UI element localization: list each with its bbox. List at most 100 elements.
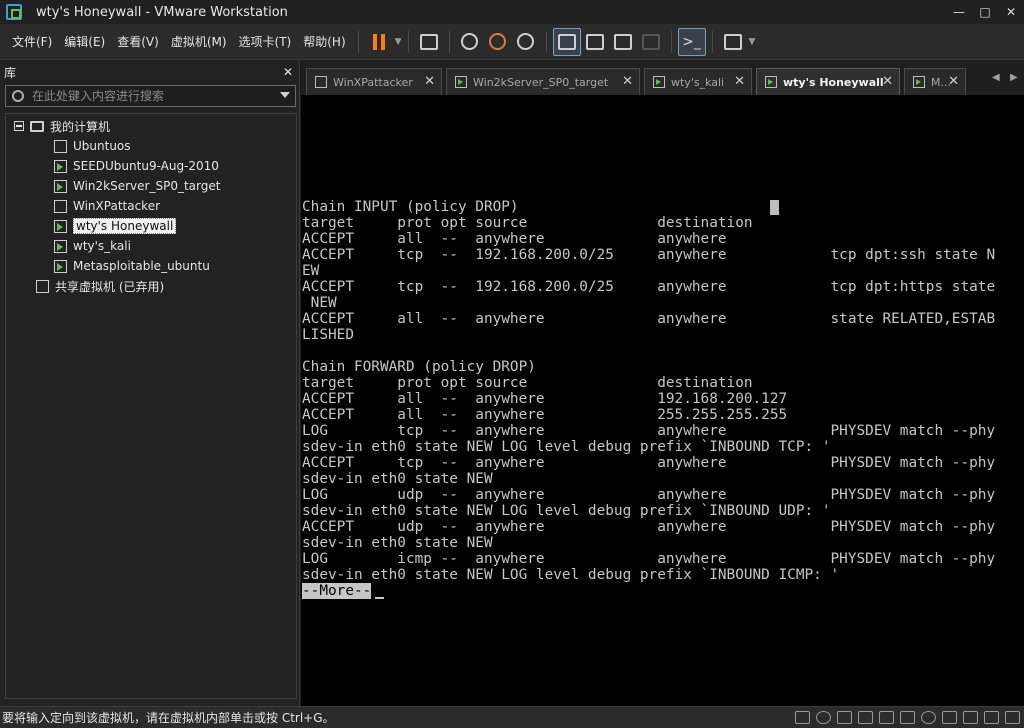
message-log-icon[interactable] (984, 711, 999, 724)
console-line: sdev-in eth0 state NEW LOG level debug p… (302, 439, 831, 455)
snapshot-manager-button[interactable] (512, 28, 540, 56)
vm-running-icon (54, 239, 67, 253)
power-dropdown-icon[interactable]: ▼ (395, 37, 402, 47)
tree-item-vm[interactable]: Ubuntuos (6, 136, 296, 156)
vm-stopped-icon (315, 76, 327, 88)
pause-icon (372, 33, 385, 50)
toolbar-separator (448, 30, 450, 53)
tree-item-vm[interactable]: SEEDUbuntu9-Aug-2010 (6, 156, 296, 176)
maximize-button[interactable]: □ (972, 0, 998, 24)
sound-card-icon[interactable] (921, 711, 936, 724)
device-status-icons (795, 711, 1020, 724)
library-panel: 库 ✕ 我的计算机 Ubuntuos SEEDUbuntu9-Aug-2010 … (0, 61, 300, 706)
tab-label: wty's Honeywall (783, 75, 884, 89)
tree-item-label: 共享虚拟机 (已弃用) (55, 279, 165, 294)
menu-help[interactable]: 帮助(H) (297, 30, 351, 54)
vm-running-icon (54, 179, 67, 193)
network-adapter-2-icon[interactable] (858, 711, 873, 724)
tab-wtys-kali[interactable]: wty's_kali ✕ (644, 68, 752, 95)
network-adapter-3-icon[interactable] (879, 711, 894, 724)
tree-item-vm[interactable]: WinXPattacker (6, 196, 296, 216)
tab-winxpattacker[interactable]: WinXPattacker ✕ (306, 68, 442, 95)
tree-item-vm-selected[interactable]: wty's Honeywall (6, 216, 296, 236)
window-controls: — □ ✕ (946, 0, 1024, 24)
unity-icon (641, 33, 660, 50)
tab-label: WinXPattacker (333, 75, 413, 89)
vm-tab-bar: WinXPattacker ✕ Win2kServer_SP0_target ✕… (302, 64, 1024, 95)
tree-root-my-computer[interactable]: 我的计算机 (6, 116, 296, 136)
library-search[interactable] (5, 85, 296, 107)
take-snapshot-button[interactable] (456, 28, 484, 56)
snapshot-manager-icon (517, 33, 535, 50)
thumbnail-bar-icon (585, 33, 604, 50)
tree-item-label: WinXPattacker (73, 199, 161, 213)
close-tab-button[interactable]: ✕ (734, 74, 745, 89)
revert-snapshot-button[interactable] (484, 28, 512, 56)
console-line: ACCEPT tcp -- 192.168.200.0/25 anywhere … (302, 247, 996, 263)
chevron-down-icon[interactable] (280, 92, 290, 98)
library-header: 库 ✕ (0, 61, 299, 83)
hard-disk-icon[interactable] (795, 711, 810, 724)
close-tab-button[interactable]: ✕ (882, 74, 893, 89)
close-tab-button[interactable]: ✕ (622, 74, 633, 89)
show-library-button[interactable] (552, 27, 581, 56)
close-window-button[interactable]: ✕ (998, 0, 1024, 24)
menu-edit[interactable]: 编辑(E) (58, 30, 111, 54)
expand-icon[interactable] (1005, 711, 1020, 724)
tree-item-vm[interactable]: Metasploitable_ubuntu (6, 256, 296, 276)
unity-button[interactable] (637, 28, 665, 56)
console-line: ACCEPT all -- anywhere anywhere state RE… (302, 311, 996, 327)
console-output: Chain INPUT (policy DROP) target prot op… (302, 199, 995, 583)
minimize-button[interactable]: — (946, 0, 972, 24)
vm-running-icon (54, 219, 67, 233)
tree-item-label: wty's_kali (73, 239, 131, 253)
printer-icon[interactable] (942, 711, 957, 724)
console-line: sdev-in eth0 state NEW (302, 471, 493, 487)
search-input[interactable] (32, 89, 272, 103)
tab-metasploitable[interactable]: M... ✕ (904, 68, 966, 95)
console-line: ACCEPT all -- anywhere anywhere (302, 231, 727, 247)
tree-item-label: Ubuntuos (73, 139, 131, 153)
console-view-button[interactable]: >_ (677, 27, 706, 56)
console-view-icon: >_ (682, 33, 701, 50)
menu-vm[interactable]: 虚拟机(M) (165, 30, 233, 54)
show-library-icon (557, 33, 576, 50)
stretch-dropdown-icon[interactable]: ▼ (749, 37, 756, 47)
scroll-tabs-left-icon[interactable]: ◀ (992, 72, 1000, 83)
collapse-icon[interactable] (14, 121, 24, 131)
console-line: LOG udp -- anywhere anywhere PHYSDEV mat… (302, 487, 996, 503)
close-library-button[interactable]: ✕ (283, 65, 293, 79)
vm-console[interactable]: Chain INPUT (policy DROP) target prot op… (301, 95, 1024, 706)
tree-item-shared-vms[interactable]: 共享虚拟机 (已弃用) (6, 276, 296, 296)
search-icon (12, 90, 24, 102)
window-title: wty's Honeywall - VMware Workstation (36, 4, 288, 20)
mouse-cursor-block (770, 200, 779, 215)
tab-win2kserver[interactable]: Win2kServer_SP0_target ✕ (446, 68, 640, 95)
toolbar-separator (407, 30, 409, 53)
text-cursor (375, 597, 384, 599)
send-ctrl-alt-del-button[interactable] (415, 28, 443, 56)
scroll-tabs-right-icon[interactable]: ▶ (1010, 72, 1018, 83)
usb-controller-icon[interactable] (900, 711, 915, 724)
stretch-button[interactable] (719, 28, 747, 56)
cd-dvd-icon[interactable] (816, 711, 831, 724)
close-tab-button[interactable]: ✕ (948, 74, 959, 89)
console-line: LISHED (302, 327, 354, 343)
vm-stopped-icon (54, 139, 67, 153)
computer-icon (30, 120, 44, 132)
menu-tabs[interactable]: 选项卡(T) (233, 30, 298, 54)
close-tab-button[interactable]: ✕ (424, 74, 435, 89)
full-screen-button[interactable] (609, 28, 637, 56)
thumbnail-bar-button[interactable] (581, 28, 609, 56)
tree-item-vm[interactable]: Win2kServer_SP0_target (6, 176, 296, 196)
pause-button[interactable] (365, 28, 393, 56)
menu-view[interactable]: 查看(V) (111, 30, 165, 54)
menu-toolbar: 文件(F) 编辑(E) 查看(V) 虚拟机(M) 选项卡(T) 帮助(H) ▼ … (0, 24, 1024, 60)
menu-file[interactable]: 文件(F) (6, 30, 58, 54)
vm-running-icon (765, 76, 777, 88)
tab-wtys-honeywall[interactable]: wty's Honeywall ✕ (756, 68, 900, 95)
tree-item-vm[interactable]: wty's_kali (6, 236, 296, 256)
display-icon[interactable] (963, 711, 978, 724)
network-adapter-icon[interactable] (837, 711, 852, 724)
more-prompt: --More-- (302, 583, 372, 599)
